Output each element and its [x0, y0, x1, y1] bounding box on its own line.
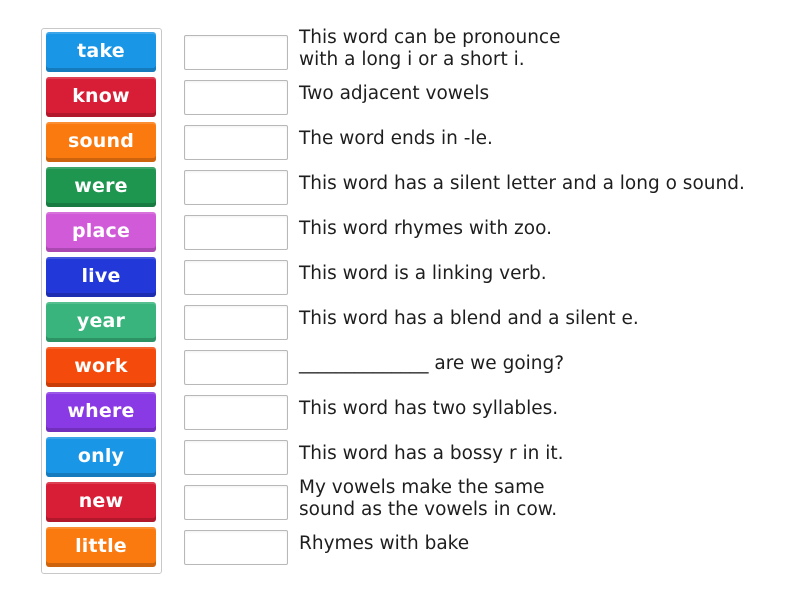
answer-drop-box[interactable] — [184, 305, 288, 340]
answer-drop-box[interactable] — [184, 485, 288, 520]
clue-text: The word ends in -le. — [299, 128, 493, 149]
answer-drop-box[interactable] — [184, 80, 288, 115]
clue-text: Rhymes with bake — [299, 533, 470, 554]
word-tile-work[interactable]: work — [46, 347, 156, 387]
answer-drop-box[interactable] — [184, 260, 288, 295]
word-tile-little[interactable]: little — [46, 527, 156, 567]
word-tile-where[interactable]: where — [46, 392, 156, 432]
clue-text: This word rhymes with zoo. — [299, 218, 552, 239]
word-tile-new[interactable]: new — [46, 482, 156, 522]
clue-text: This word has a silent letter and a long… — [299, 173, 745, 194]
answer-drop-box[interactable] — [184, 170, 288, 205]
clue-text: This word can be pronounce with a long i… — [299, 27, 561, 70]
word-tile-sound[interactable]: sound — [46, 122, 156, 162]
word-tile-place[interactable]: place — [46, 212, 156, 252]
word-tile-take[interactable]: take — [46, 32, 156, 72]
word-tile-panel: take know sound were place live year work where o… — [41, 28, 162, 574]
answer-drop-box[interactable] — [184, 215, 288, 250]
answer-drop-box[interactable] — [184, 530, 288, 565]
answer-drop-box[interactable] — [184, 35, 288, 70]
word-tile-only[interactable]: only — [46, 437, 156, 477]
word-tile-were[interactable]: were — [46, 167, 156, 207]
answer-drop-box[interactable] — [184, 440, 288, 475]
clue-text: Two adjacent vowels — [299, 83, 490, 104]
answer-drop-box[interactable] — [184, 350, 288, 385]
clue-text: This word has a bossy r in it. — [299, 443, 564, 464]
word-tile-year[interactable]: year — [46, 302, 156, 342]
word-tile-live[interactable]: live — [46, 257, 156, 297]
clue-text: This word has a blend and a silent e. — [299, 308, 639, 329]
answer-drop-box[interactable] — [184, 395, 288, 430]
word-tile-know[interactable]: know — [46, 77, 156, 117]
clue-text: This word has two syllables. — [299, 398, 559, 419]
clue-text: This word is a linking verb. — [299, 263, 547, 284]
clue-text: ______________ are we going? — [299, 353, 565, 374]
answer-drop-box[interactable] — [184, 125, 288, 160]
clue-text: My vowels make the same sound as the vow… — [299, 477, 558, 520]
